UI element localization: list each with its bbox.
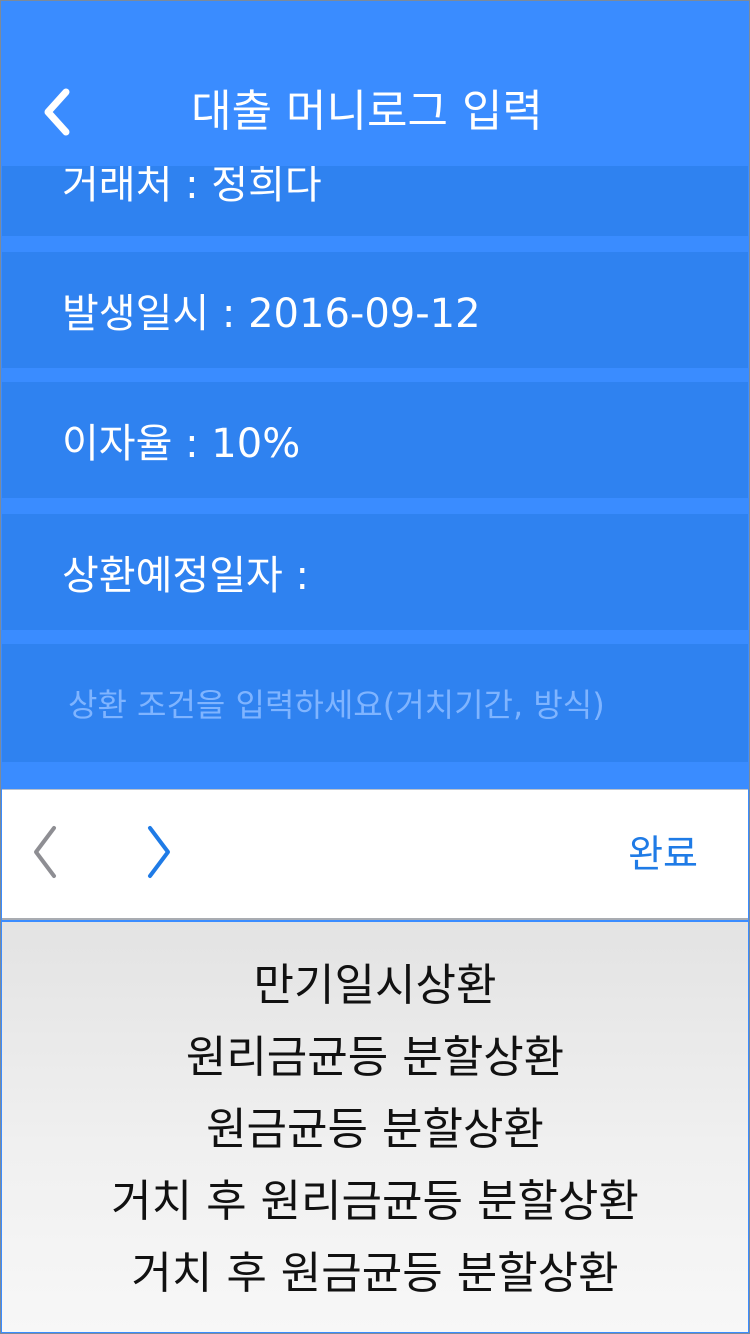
screen-frame [0, 0, 750, 1334]
